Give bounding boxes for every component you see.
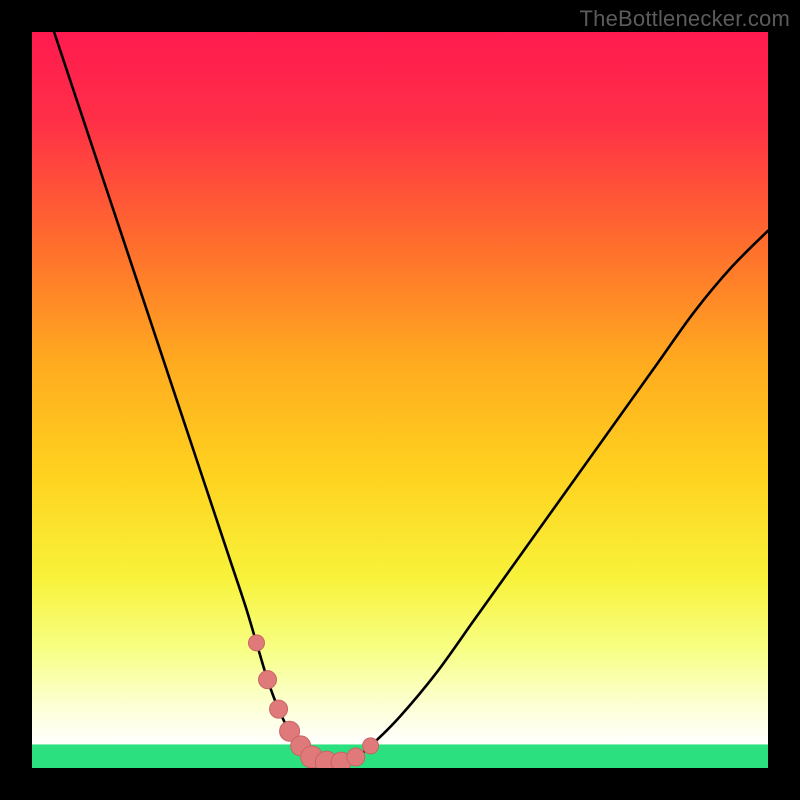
green-band-rect bbox=[32, 744, 768, 768]
curve-marker bbox=[270, 700, 288, 718]
curve-marker bbox=[259, 671, 277, 689]
curve-marker bbox=[363, 738, 379, 754]
curve-marker bbox=[347, 748, 365, 766]
attribution-text: TheBottlenecker.com bbox=[580, 6, 790, 32]
outer-frame: TheBottlenecker.com bbox=[0, 0, 800, 800]
plot-area bbox=[32, 32, 768, 768]
green-band bbox=[32, 744, 768, 768]
gradient-background bbox=[32, 32, 768, 768]
curve-marker bbox=[248, 635, 264, 651]
chart-svg bbox=[32, 32, 768, 768]
